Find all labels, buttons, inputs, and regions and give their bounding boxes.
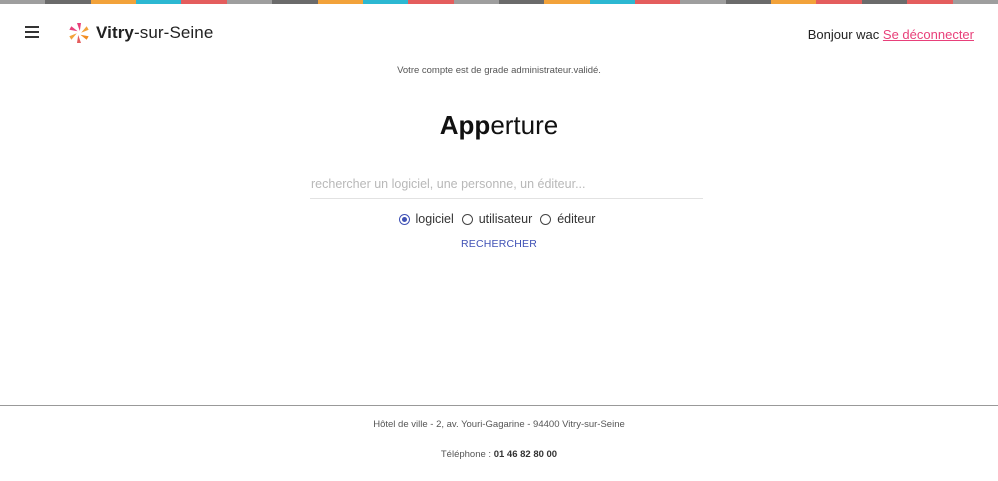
user-box: Bonjour wac Se déconnecter [808, 27, 974, 42]
footer-phone: Téléphone : 01 46 82 80 00 [0, 449, 998, 460]
top-bar: Vitry-sur-Seine Bonjour wac Se déconnect… [0, 4, 998, 60]
radio-label: utilisateur [478, 212, 533, 226]
brand-name: Vitry-sur-Seine [96, 23, 214, 42]
radio-option-2[interactable]: éditeur [540, 212, 599, 226]
search-button[interactable]: RECHERCHER [0, 238, 998, 250]
radio-label: éditeur [557, 212, 596, 226]
phone-number: 01 46 82 80 00 [493, 449, 558, 460]
radio-option-0[interactable]: logiciel [398, 212, 458, 226]
page-title: Apperture [439, 110, 559, 140]
hamburger-icon[interactable] [24, 26, 40, 38]
site-logo[interactable]: Vitry-sur-Seine [68, 22, 213, 44]
radio-button[interactable] [461, 213, 473, 225]
logout-link[interactable]: Se déconnecter [883, 27, 974, 42]
radio-option-1[interactable]: utilisateur [461, 212, 537, 226]
radio-button[interactable] [398, 213, 410, 225]
phone-label: Téléphone : [440, 449, 492, 460]
search-type-group: logiciel utilisateur éditeur [0, 212, 998, 226]
radio-button[interactable] [540, 213, 552, 225]
search-input[interactable] [310, 172, 703, 199]
footer-address: Hôtel de ville - 2, av. Youri-Gagarine -… [373, 419, 625, 430]
account-notice: Votre compte est de grade administrateur… [397, 65, 601, 76]
vitry-flower-logo-icon [69, 23, 89, 43]
footer-divider [0, 405, 998, 406]
radio-label: logiciel [415, 212, 454, 226]
greeting-text: Bonjour wac [807, 27, 880, 42]
